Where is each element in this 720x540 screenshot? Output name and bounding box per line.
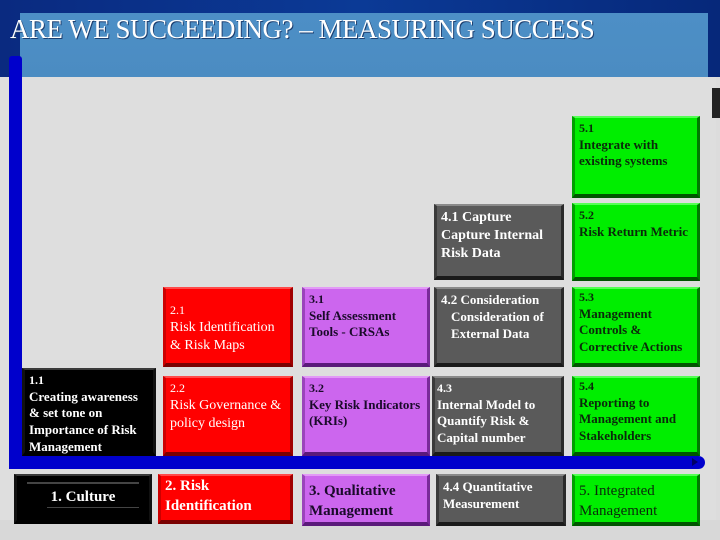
step-5-4[interactable]: 5.4 Reporting to Management and Stakehol… — [572, 376, 700, 456]
stage-quantitative-measurement[interactable]: 4.4 Quantitative Measurement — [436, 474, 566, 526]
progress-axis-vertical — [9, 56, 22, 468]
stage-risk-identification[interactable]: 2. Risk Identification — [158, 474, 293, 524]
step-text: Risk Identification & Risk Maps — [170, 319, 275, 353]
stage-qualitative-management[interactable]: 3. Qualitative Management — [302, 474, 430, 526]
step-2-1[interactable]: 2.1 Risk Identification & Risk Maps — [163, 287, 293, 367]
stage-label: 1. Culture — [50, 489, 116, 506]
step-4-3[interactable]: 4.3 Internal Model to Quantify Risk & Ca… — [432, 376, 564, 456]
bevel-line — [47, 507, 139, 508]
step-number: 5.2 — [579, 208, 594, 222]
step-1-1[interactable]: 1.1 Creating awareness & set tone on Imp… — [22, 368, 156, 456]
step-text: Capture Internal Risk Data — [441, 228, 544, 262]
step-number: 5.4 — [579, 379, 594, 393]
step-text: Self Assessment Tools - CRSAs — [309, 307, 397, 340]
stage-label: 2. Risk Identification — [165, 478, 252, 514]
step-number: 2.2 — [170, 381, 185, 395]
step-3-2[interactable]: 3.2 Key Risk Indicators (KRIs) — [302, 376, 430, 456]
stage-culture[interactable]: 1. Culture — [14, 474, 152, 524]
step-5-2[interactable]: 5.2 Risk Return Metric — [572, 203, 700, 281]
stage-label: 3. Qualitative Management — [309, 483, 396, 519]
stage-label: 5. Integrated Management — [579, 483, 658, 519]
step-text: Integrate with existing systems — [579, 136, 668, 169]
step-number: 5.3 — [579, 290, 594, 304]
step-text: Internal Model to Quantify Risk & Capita… — [437, 396, 536, 446]
step-3-1[interactable]: 3.1 Self Assessment Tools - CRSAs — [302, 287, 430, 367]
step-4-2[interactable]: 4.2 Consideration Consideration of Exter… — [434, 287, 564, 367]
step-5-1[interactable]: 5.1 Integrate with existing systems — [572, 116, 700, 198]
step-text: Reporting to Management and Stakeholders — [579, 394, 677, 444]
step-number: 4.2 Consideration — [441, 292, 540, 307]
edge-marker — [712, 88, 720, 118]
stage-label: 4.4 Quantitative Measurement — [443, 479, 533, 511]
step-text: Risk Governance & policy design — [170, 397, 282, 431]
step-2-2[interactable]: 2.2 Risk Governance & policy design — [163, 376, 293, 456]
step-number: 1.1 — [29, 373, 44, 387]
step-number: 3.1 — [309, 292, 324, 306]
bevel-line — [27, 482, 139, 484]
step-text: Creating awareness & set tone on Importa… — [29, 388, 138, 455]
step-number: 3.2 — [309, 381, 324, 395]
page-title: ARE WE SUCCEEDING? – MEASURING SUCCESS — [10, 14, 595, 44]
progress-axis-horizontal — [9, 456, 705, 469]
step-number: 5.1 — [579, 121, 594, 135]
step-text: Risk Return Metric — [579, 223, 689, 239]
step-text: Consideration of External Data — [451, 308, 544, 341]
step-text: Key Risk Indicators (KRIs) — [309, 396, 421, 429]
arrow-right-icon — [692, 458, 698, 466]
step-number: 4.1 Capture — [441, 210, 512, 225]
step-text: Management Controls & Corrective Actions — [579, 305, 683, 355]
step-number: 4.3 — [437, 381, 452, 395]
step-5-3[interactable]: 5.3 Management Controls & Corrective Act… — [572, 287, 700, 367]
step-number: 2.1 — [170, 303, 185, 317]
step-4-1[interactable]: 4.1 Capture Capture Internal Risk Data — [434, 204, 564, 280]
stage-integrated-management[interactable]: 5. Integrated Management — [572, 474, 700, 526]
